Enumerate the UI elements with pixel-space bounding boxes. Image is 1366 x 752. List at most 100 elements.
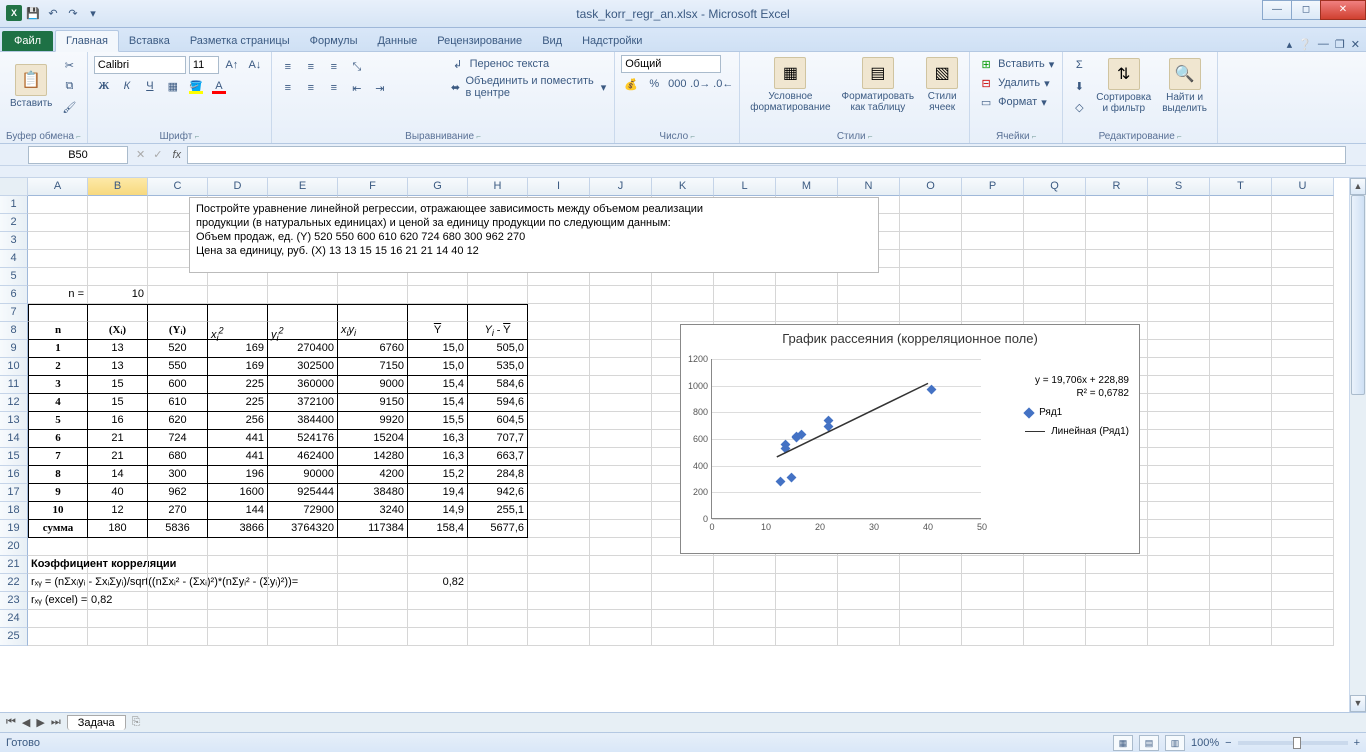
cell[interactable]: 284,8 bbox=[468, 466, 528, 484]
cell[interactable] bbox=[1210, 574, 1272, 592]
cell[interactable] bbox=[590, 556, 652, 574]
cell[interactable] bbox=[1272, 394, 1334, 412]
cell[interactable]: 14280 bbox=[338, 448, 408, 466]
cell[interactable] bbox=[1210, 592, 1272, 610]
cell[interactable] bbox=[1148, 448, 1210, 466]
font-size-input[interactable] bbox=[189, 56, 219, 74]
cell[interactable] bbox=[1086, 250, 1148, 268]
cell[interactable] bbox=[528, 304, 590, 322]
cell[interactable] bbox=[528, 412, 590, 430]
cell[interactable]: 360000 bbox=[268, 376, 338, 394]
cell[interactable] bbox=[1148, 358, 1210, 376]
cell[interactable]: 15,4 bbox=[408, 376, 468, 394]
cell[interactable]: 16 bbox=[88, 412, 148, 430]
cell[interactable] bbox=[1272, 538, 1334, 556]
cell[interactable]: 9920 bbox=[338, 412, 408, 430]
col-header[interactable]: I bbox=[528, 178, 590, 196]
cell[interactable] bbox=[962, 286, 1024, 304]
autosum-icon[interactable]: Σ bbox=[1069, 55, 1089, 75]
cell[interactable] bbox=[408, 538, 468, 556]
cell[interactable] bbox=[1148, 484, 1210, 502]
cell[interactable]: 12 bbox=[88, 502, 148, 520]
cell[interactable] bbox=[208, 592, 268, 610]
cell[interactable]: 3866 bbox=[208, 520, 268, 538]
workbook-minimize-icon[interactable]: — bbox=[1318, 38, 1329, 51]
col-header[interactable]: H bbox=[468, 178, 528, 196]
col-header[interactable]: E bbox=[268, 178, 338, 196]
cell[interactable]: 520 bbox=[148, 340, 208, 358]
cell[interactable] bbox=[900, 214, 962, 232]
scroll-down-icon[interactable]: ▼ bbox=[1350, 695, 1366, 712]
cell[interactable]: 594,6 bbox=[468, 394, 528, 412]
cell[interactable] bbox=[1148, 232, 1210, 250]
cell[interactable] bbox=[28, 304, 88, 322]
cell[interactable]: 8 bbox=[28, 466, 88, 484]
cell[interactable] bbox=[208, 304, 268, 322]
cell[interactable]: 15,0 bbox=[408, 340, 468, 358]
col-header[interactable]: O bbox=[900, 178, 962, 196]
cell[interactable] bbox=[88, 610, 148, 628]
cell[interactable]: 962 bbox=[148, 484, 208, 502]
col-header[interactable]: T bbox=[1210, 178, 1272, 196]
cell[interactable] bbox=[1148, 556, 1210, 574]
cell[interactable] bbox=[408, 610, 468, 628]
tab-insert[interactable]: Вставка bbox=[119, 31, 180, 51]
cell[interactable] bbox=[528, 520, 590, 538]
cell[interactable]: 524176 bbox=[268, 430, 338, 448]
cell[interactable] bbox=[1272, 232, 1334, 250]
delete-cells-button[interactable]: ⊟Удалить ▾ bbox=[976, 74, 1056, 92]
number-format-select[interactable] bbox=[621, 55, 721, 73]
col-header[interactable]: K bbox=[652, 178, 714, 196]
qat-dropdown-icon[interactable]: ▾ bbox=[84, 5, 102, 23]
decrease-indent-icon[interactable]: ⇤ bbox=[347, 78, 367, 98]
font-color-icon[interactable]: A bbox=[209, 76, 229, 96]
cell[interactable] bbox=[468, 304, 528, 322]
cell[interactable] bbox=[1210, 412, 1272, 430]
first-sheet-icon[interactable]: ⏮ bbox=[4, 716, 18, 729]
cell[interactable]: 16,3 bbox=[408, 430, 468, 448]
cell[interactable] bbox=[528, 358, 590, 376]
cell[interactable]: Yi - Y bbox=[468, 322, 528, 340]
cell[interactable] bbox=[148, 304, 208, 322]
cell[interactable] bbox=[1272, 448, 1334, 466]
cell[interactable] bbox=[962, 268, 1024, 286]
cell[interactable] bbox=[900, 304, 962, 322]
cell[interactable]: 15 bbox=[88, 376, 148, 394]
cell[interactable] bbox=[962, 574, 1024, 592]
cell[interactable] bbox=[148, 538, 208, 556]
cell[interactable] bbox=[900, 628, 962, 646]
page-layout-view-icon[interactable]: ▤ bbox=[1139, 735, 1159, 751]
row-header[interactable]: 4 bbox=[0, 250, 28, 268]
cell[interactable] bbox=[776, 304, 838, 322]
cell[interactable] bbox=[590, 466, 652, 484]
cell[interactable] bbox=[408, 304, 468, 322]
cell[interactable] bbox=[148, 628, 208, 646]
align-top-icon[interactable]: ≡ bbox=[278, 57, 298, 77]
comma-icon[interactable]: 000 bbox=[667, 74, 687, 94]
cell[interactable]: 4 bbox=[28, 394, 88, 412]
cell[interactable] bbox=[28, 232, 88, 250]
cell[interactable]: 6760 bbox=[338, 340, 408, 358]
cell[interactable] bbox=[962, 232, 1024, 250]
row-header[interactable]: 24 bbox=[0, 610, 28, 628]
cell[interactable] bbox=[900, 556, 962, 574]
cell[interactable]: 90000 bbox=[268, 466, 338, 484]
cell[interactable]: 144 bbox=[208, 502, 268, 520]
cell[interactable] bbox=[88, 538, 148, 556]
cell[interactable]: 724 bbox=[148, 430, 208, 448]
cell[interactable] bbox=[1148, 628, 1210, 646]
cell[interactable] bbox=[528, 484, 590, 502]
cell[interactable] bbox=[1024, 232, 1086, 250]
row-header[interactable]: 6 bbox=[0, 286, 28, 304]
cell[interactable] bbox=[714, 556, 776, 574]
cell[interactable] bbox=[1024, 250, 1086, 268]
cell[interactable] bbox=[1272, 466, 1334, 484]
cell[interactable] bbox=[268, 286, 338, 304]
maximize-button[interactable]: ◻ bbox=[1291, 0, 1321, 20]
row-header[interactable]: 2 bbox=[0, 214, 28, 232]
cell[interactable] bbox=[776, 610, 838, 628]
increase-decimal-icon[interactable]: .0→ bbox=[690, 74, 710, 94]
cell[interactable] bbox=[468, 592, 528, 610]
cell[interactable] bbox=[590, 322, 652, 340]
cell[interactable]: 942,6 bbox=[468, 484, 528, 502]
